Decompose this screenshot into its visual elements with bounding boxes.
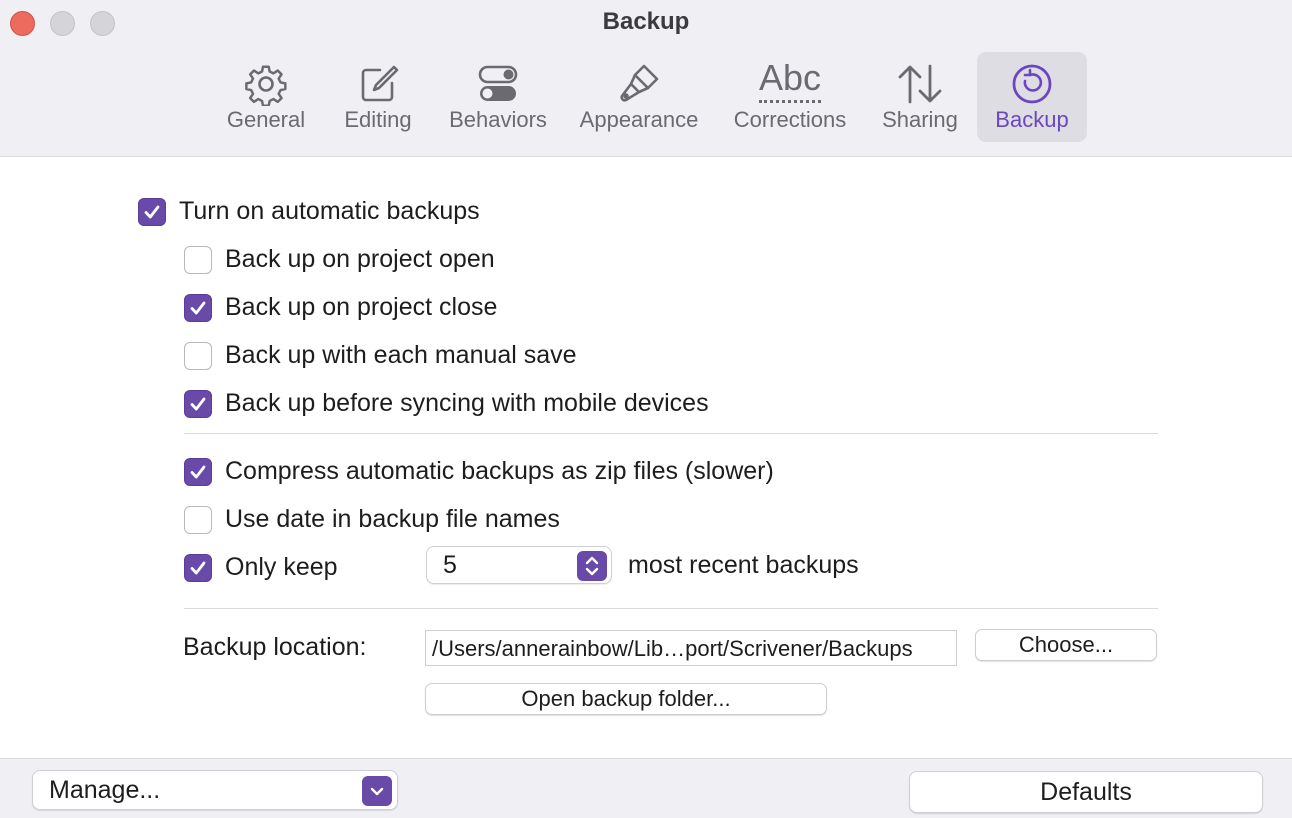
backup-before-sync-option[interactable]: Back up before syncing with mobile devic… (184, 389, 709, 418)
manage-label: Manage... (49, 776, 161, 804)
backup-on-close-option[interactable]: Back up on project close (184, 293, 497, 322)
title-bar: Backup General Editing Behaviors Appeara… (0, 0, 1292, 157)
tab-backup-label: Backup (995, 107, 1069, 132)
tab-sharing[interactable]: Sharing (872, 52, 968, 142)
abc-icon: Abc (722, 58, 858, 110)
tab-editing[interactable]: Editing (330, 52, 426, 142)
bottom-bar: Manage... Defaults (0, 758, 1292, 818)
defaults-button[interactable]: Defaults (909, 771, 1263, 813)
tab-behaviors-label: Behaviors (449, 107, 547, 132)
preferences-toolbar: General Editing Behaviors Appearance Abc… (0, 52, 1292, 142)
tab-appearance[interactable]: Appearance (570, 52, 708, 142)
backup-icon (977, 58, 1087, 110)
compress-backups-option[interactable]: Compress automatic backups as zip files … (184, 457, 774, 486)
only-keep-label: Only keep (225, 553, 338, 581)
tab-corrections-label: Corrections (733, 107, 847, 132)
tab-sharing-label: Sharing (882, 107, 958, 132)
tab-backup[interactable]: Backup (977, 52, 1087, 142)
backup-on-open-option[interactable]: Back up on project open (184, 245, 495, 274)
tab-corrections[interactable]: Abc Corrections (722, 52, 858, 142)
backup-before-sync-label: Back up before syncing with mobile devic… (225, 389, 709, 417)
only-keep-checkbox[interactable] (184, 553, 212, 582)
use-date-option[interactable]: Use date in backup file names (184, 505, 560, 534)
backup-on-open-label: Back up on project open (225, 245, 495, 273)
compress-backups-label: Compress automatic backups as zip files … (225, 457, 774, 485)
divider (184, 433, 1158, 434)
choose-button[interactable]: Choose... (975, 629, 1157, 661)
tab-behaviors[interactable]: Behaviors (440, 52, 556, 142)
backup-before-sync-checkbox[interactable] (184, 389, 212, 418)
backup-count-stepper[interactable]: 5 (426, 546, 612, 584)
tab-appearance-label: Appearance (579, 107, 699, 132)
backup-location-label: Backup location: (183, 633, 367, 661)
auto-backups-checkbox[interactable] (138, 197, 166, 226)
preferences-window: Backup General Editing Behaviors Appeara… (0, 0, 1292, 818)
use-date-checkbox[interactable] (184, 505, 212, 534)
open-backup-folder-button[interactable]: Open backup folder... (425, 683, 827, 715)
up-down-arrows-icon (872, 58, 968, 110)
backup-manual-save-label: Back up with each manual save (225, 341, 577, 369)
tab-general[interactable]: General (216, 52, 316, 142)
backup-on-close-checkbox[interactable] (184, 293, 212, 322)
toggles-icon (440, 58, 556, 110)
tab-general-label: General (226, 107, 306, 132)
stepper-arrows-icon[interactable] (577, 551, 607, 581)
backup-count-value: 5 (443, 551, 457, 579)
divider (184, 608, 1158, 609)
auto-backups-label: Turn on automatic backups (179, 197, 480, 225)
backup-manual-save-option[interactable]: Back up with each manual save (184, 341, 577, 370)
manage-popup-button[interactable]: Manage... (32, 770, 398, 810)
only-keep-option[interactable]: Only keep (184, 553, 338, 582)
most-recent-backups-label: most recent backups (628, 551, 859, 579)
backup-location-path[interactable]: /Users/annerainbow/Lib…port/Scrivener/Ba… (425, 630, 957, 666)
use-date-label: Use date in backup file names (225, 505, 560, 533)
tab-editing-label: Editing (344, 107, 412, 132)
auto-backups-option[interactable]: Turn on automatic backups (138, 197, 480, 226)
edit-icon (330, 58, 426, 110)
chevron-down-icon[interactable] (362, 776, 392, 806)
backup-on-open-checkbox[interactable] (184, 245, 212, 274)
backup-manual-save-checkbox[interactable] (184, 341, 212, 370)
compress-backups-checkbox[interactable] (184, 457, 212, 486)
paintbrush-icon (570, 58, 708, 110)
window-title: Backup (602, 8, 690, 35)
backup-on-close-label: Back up on project close (225, 293, 498, 321)
abc-icon-text: Abc (758, 57, 822, 98)
gear-icon (216, 58, 316, 110)
